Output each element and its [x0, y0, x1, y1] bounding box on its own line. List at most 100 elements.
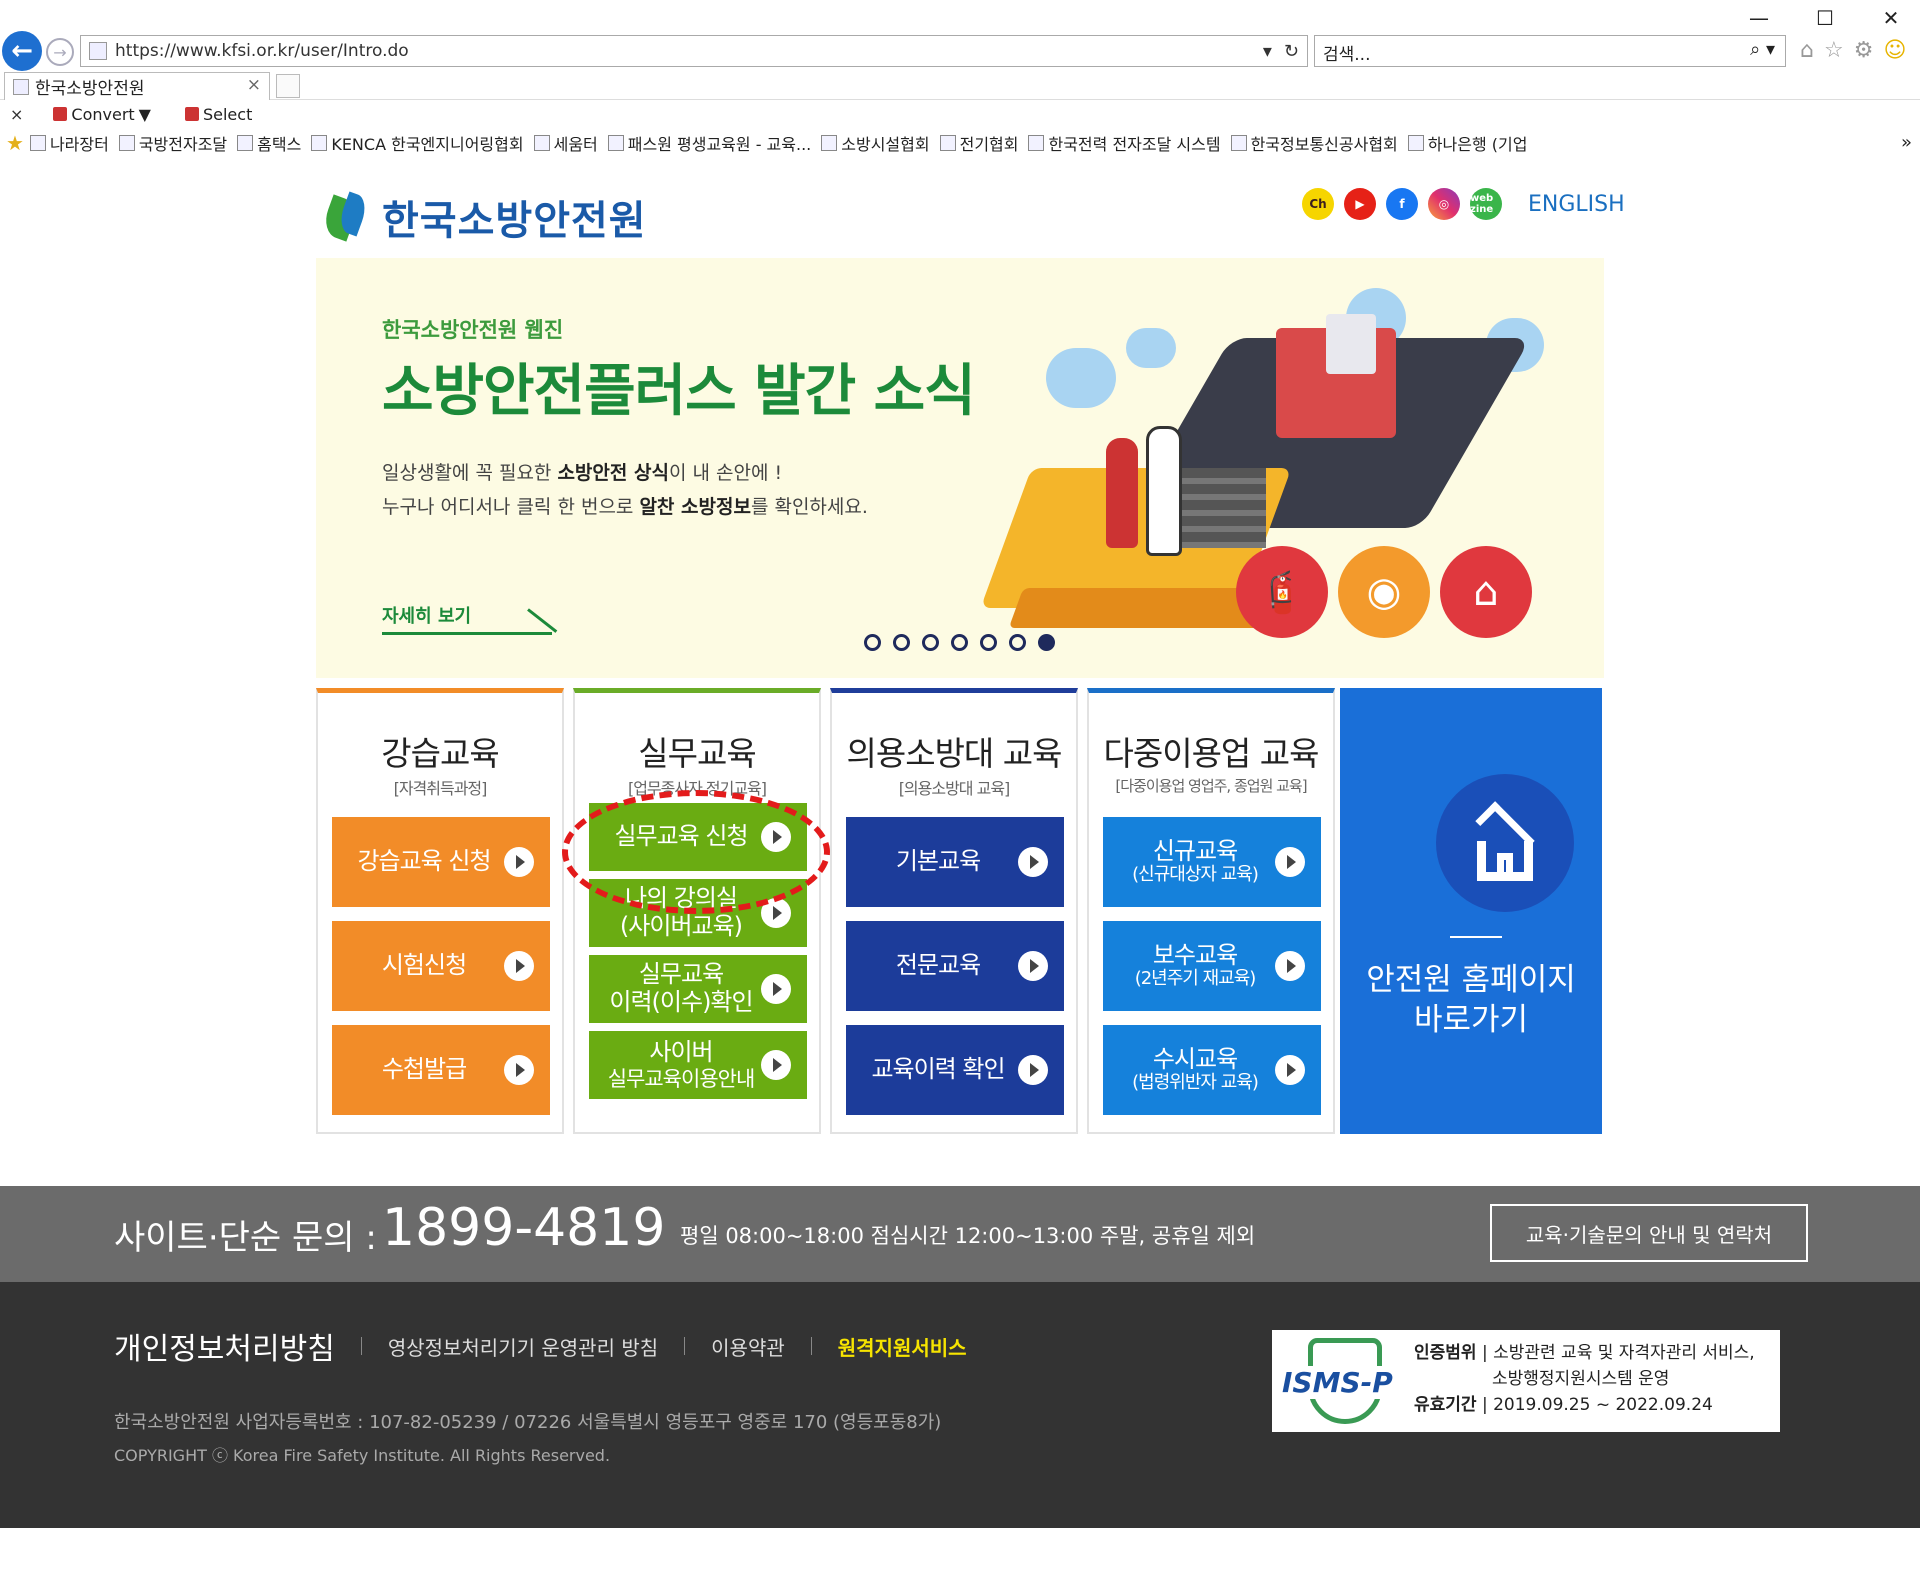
fire-extinguisher-icon: 🧯 [1236, 546, 1328, 638]
bookmark[interactable]: 전기협회 [939, 131, 1018, 155]
slide-dot[interactable] [951, 634, 968, 651]
gear-icon[interactable]: ⚙ [1854, 38, 1874, 63]
maximize-icon[interactable]: ☐ [1814, 6, 1836, 30]
command-bar: × Convert ▼ Select [0, 100, 1920, 128]
separator [360, 1337, 362, 1355]
logo-text: 한국소방안전원 [382, 198, 647, 244]
bookmark[interactable]: 한국정보통신공사협회 [1230, 131, 1398, 155]
favorites-star-icon[interactable]: ☆ [1824, 38, 1844, 63]
browser-toolbar: ⌂ ☆ ⚙ ☺ [1800, 38, 1906, 63]
training-history-button[interactable]: 교육이력 확인 [846, 1025, 1064, 1115]
banner-more-link[interactable]: 자세히 보기 [382, 602, 471, 628]
column-title: 강습교육 [381, 734, 499, 773]
new-tab-button[interactable] [276, 74, 300, 98]
slide-dot[interactable] [922, 634, 939, 651]
cloud-icon [1126, 328, 1176, 368]
bookmark-icon [533, 135, 550, 151]
pdf-convert-icon [53, 107, 68, 121]
slide-dot[interactable] [980, 634, 997, 651]
chevron-right-double-icon[interactable]: » [1901, 132, 1912, 153]
bookmark[interactable]: 홈택스 [237, 131, 301, 155]
cctv-policy-link[interactable]: 영상정보처리기기 운영관리 방침 [388, 1332, 658, 1361]
bookmark[interactable]: KENCA 한국엔지니어링협회 [311, 131, 524, 155]
play-circle-icon [1018, 951, 1048, 981]
new-training-button[interactable]: 신규교육 (신규대상자 교육) [1103, 817, 1321, 907]
column-multi-use-business: 다중이용업 교육 [다중이용업 영업주, 종업원 교육] 신규교육 (신규대상자 … [1087, 688, 1335, 1134]
company-address: 한국소방안전원 사업자등록번호 : 107-82-05239 / 07226 서… [114, 1412, 942, 1433]
column-subtitle: [의용소방대 교육] [898, 779, 1011, 798]
convert-button[interactable]: Convert ▼ [53, 105, 151, 124]
refresher-training-button[interactable]: 보수교육 (2년주기 재교육) [1103, 921, 1321, 1011]
chevron-down-icon[interactable]: ▼ [139, 105, 151, 124]
site-logo[interactable]: 한국소방안전원 [320, 188, 647, 246]
person-illustration [1106, 438, 1138, 548]
column-title: 다중이용업 교육 [1103, 734, 1319, 773]
bookmark[interactable]: 소방시설협회 [821, 131, 930, 155]
play-circle-icon [504, 1055, 534, 1085]
homepage-shortcut-card[interactable]: 안전원 홈페이지 바로가기 [1340, 688, 1602, 1134]
advanced-training-button[interactable]: 전문교육 [846, 921, 1064, 1011]
copyright: COPYRIGHT ⓒ Korea Fire Safety Institute.… [114, 1446, 611, 1465]
browser-search-input[interactable]: 검색... ⌕ ▾ [1314, 35, 1786, 67]
bookmark-icon [311, 135, 328, 151]
terms-link[interactable]: 이용약관 [711, 1332, 785, 1361]
play-circle-icon [1275, 847, 1305, 877]
dropdown-icon[interactable]: ▾ [1263, 41, 1272, 62]
exam-apply-button[interactable]: 시험신청 [332, 921, 550, 1011]
bookmark[interactable]: 한국전력 전자조달 시스템 [1028, 131, 1221, 155]
close-icon[interactable]: ✕ [1880, 6, 1902, 30]
isms-certification-badge: ISMS-P 인증범위 | 소방관련 교육 및 자격자관리 서비스, 소방행정지… [1272, 1330, 1780, 1432]
youtube-icon[interactable]: ▶ [1344, 188, 1376, 220]
certificate-issue-button[interactable]: 수첩발급 [332, 1025, 550, 1115]
minimize-icon[interactable]: — [1748, 6, 1770, 30]
contact-label: 사이트·단순 문의 : [114, 1218, 377, 1258]
address-url: https://www.kfsi.or.kr/user/Intro.do [115, 41, 409, 61]
bookmark[interactable]: 하나은행 (기업 [1407, 131, 1527, 155]
tab-close-icon[interactable]: × [247, 75, 261, 95]
feedback-smiley-icon[interactable]: ☺ [1883, 38, 1906, 63]
webzine-icon[interactable]: web zine [1470, 188, 1502, 220]
slide-dot[interactable] [1038, 634, 1055, 651]
tab-title: 한국소방안전원 [35, 79, 145, 99]
slide-dot[interactable] [1009, 634, 1026, 651]
bookmark[interactable]: 패스원 평생교육원 - 교육... [607, 131, 811, 155]
favorites-star-icon[interactable]: ★ [6, 131, 24, 155]
forward-arrow-icon[interactable]: → [46, 38, 74, 66]
bookmark[interactable]: 나라장터 [29, 131, 109, 155]
kakao-channel-icon[interactable]: Ch [1302, 188, 1334, 220]
privacy-policy-link[interactable]: 개인정보처리방침 [114, 1324, 335, 1368]
bookmark-icon [1407, 135, 1424, 151]
remote-support-link[interactable]: 원격지원서비스 [838, 1332, 967, 1361]
slide-dot[interactable] [893, 634, 910, 651]
adhoc-training-button[interactable]: 수시교육 (법령위반자 교육) [1103, 1025, 1321, 1115]
english-link[interactable]: ENGLISH [1528, 192, 1625, 217]
more-underline [382, 632, 552, 635]
play-circle-icon [1275, 1055, 1305, 1085]
back-arrow-icon[interactable]: ← [2, 31, 42, 71]
column-title: 실무교육 [638, 734, 756, 773]
search-icon[interactable]: ⌕ ▾ [1750, 39, 1775, 60]
main-banner[interactable]: 한국소방안전원 웹진 소방안전플러스 발간 소식 일상생활에 꼭 필요한 소방안… [316, 258, 1604, 678]
facebook-icon[interactable]: f [1386, 188, 1418, 220]
slide-dot[interactable] [864, 634, 881, 651]
basic-training-button[interactable]: 기본교육 [846, 817, 1064, 907]
refresh-icon[interactable]: ↻ [1284, 41, 1299, 62]
practical-history-button[interactable]: 실무교육 이력(이수)확인 [589, 955, 807, 1023]
home-icon[interactable]: ⌂ [1800, 38, 1814, 63]
column-training-course: 강습교육 [자격취득과정] 강습교육 신청 시험신청 수첩발급 [316, 688, 564, 1134]
address-bar[interactable]: https://www.kfsi.or.kr/user/Intro.do ▾ ↻ [80, 35, 1308, 67]
play-circle-icon [504, 951, 534, 981]
tab-kfsi[interactable]: 한국소방안전원 × [4, 72, 270, 100]
tab-strip: 한국소방안전원 × [0, 70, 1920, 100]
instagram-icon[interactable]: ◎ [1428, 188, 1460, 220]
slide-pagination [864, 634, 1055, 651]
select-button[interactable]: Select [184, 105, 252, 124]
banner-subtitle: 한국소방안전원 웹진 [382, 318, 564, 342]
bookmark[interactable]: 국방전자조달 [118, 131, 227, 155]
cloud-icon [1046, 348, 1116, 408]
cyber-guide-button[interactable]: 사이버 실무교육이용안내 [589, 1031, 807, 1099]
command-close-icon[interactable]: × [10, 105, 23, 124]
training-apply-button[interactable]: 강습교육 신청 [332, 817, 550, 907]
bookmark[interactable]: 세움터 [533, 131, 598, 155]
contact-info-button[interactable]: 교육·기술문의 안내 및 연락처 [1490, 1204, 1808, 1262]
